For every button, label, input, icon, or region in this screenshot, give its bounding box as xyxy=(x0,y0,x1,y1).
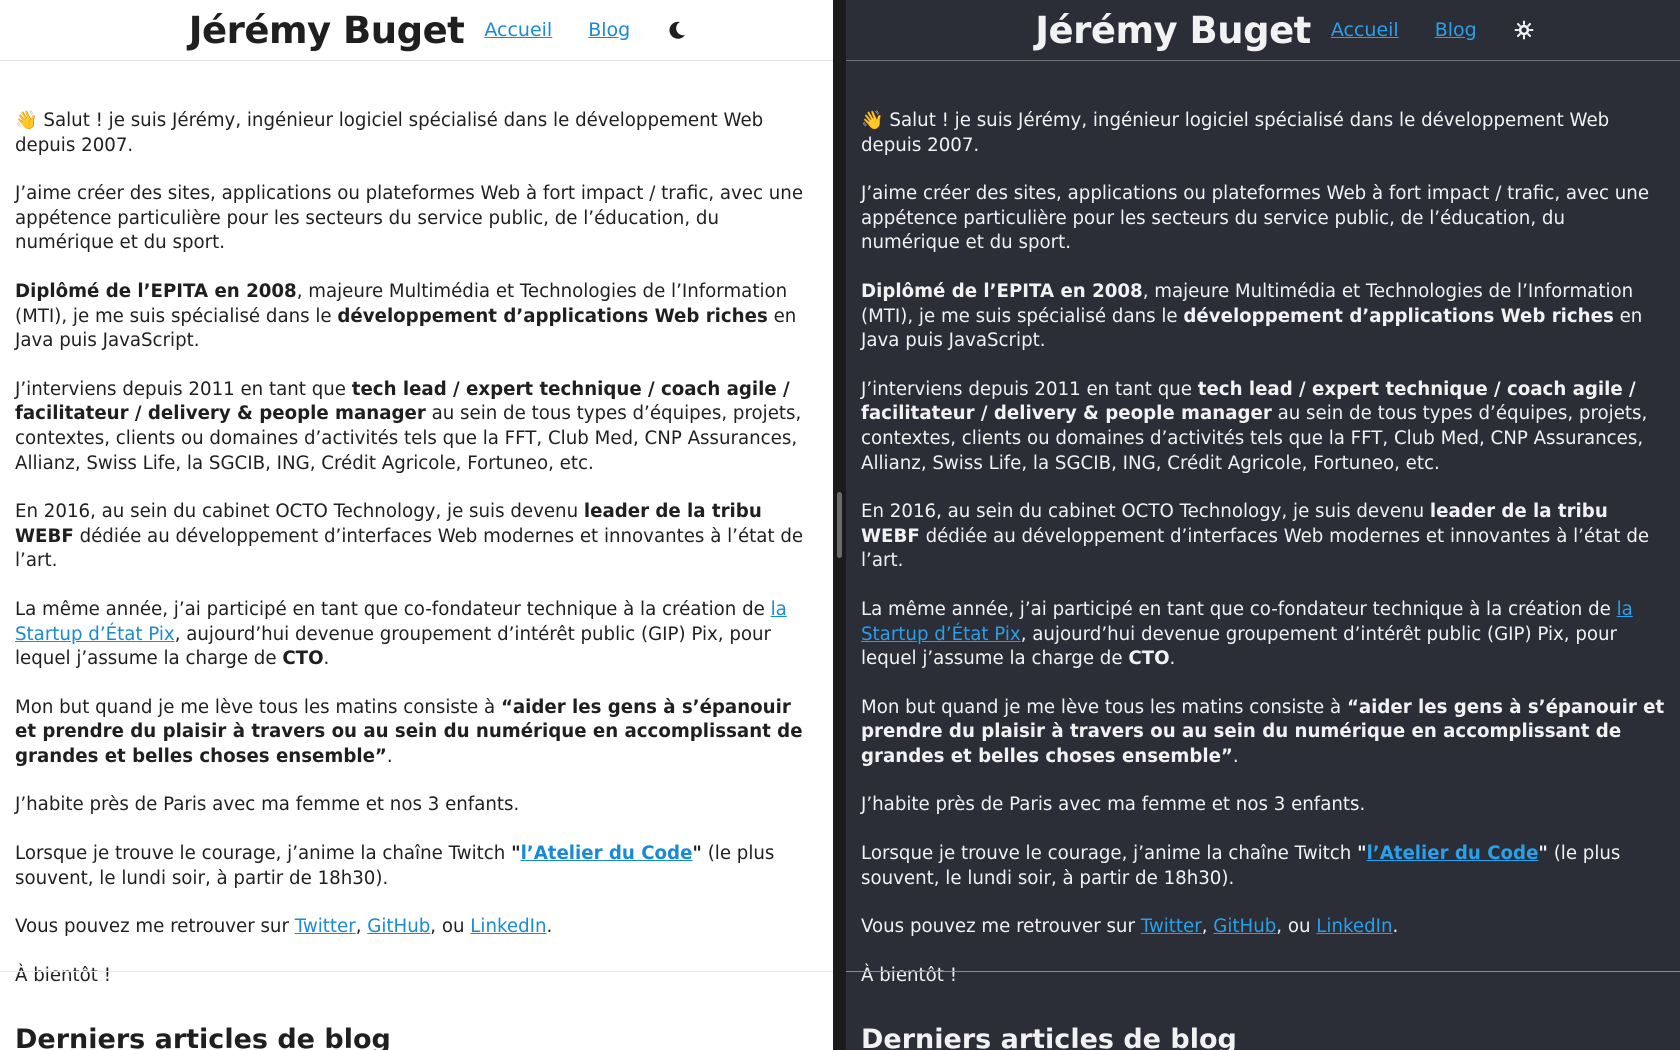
section-divider xyxy=(846,971,1680,972)
intro-content: 👋 Salut ! je suis Jérémy, ingénieur logi… xyxy=(846,61,1680,988)
site-header: Jérémy Buget Accueil Blog xyxy=(846,0,1680,61)
github-link[interactable]: GitHub xyxy=(1213,916,1276,937)
intro-paragraph-octo: En 2016, au sein du cabinet OCTO Technol… xyxy=(15,501,804,572)
nav-home-link[interactable]: Accueil xyxy=(1331,19,1399,41)
intro-paragraph-passion: J’aime créer des sites, applications ou … xyxy=(861,183,1650,254)
site-title[interactable]: Jérémy Buget xyxy=(189,9,465,52)
drag-handle[interactable] xyxy=(837,492,842,558)
moon-icon[interactable] xyxy=(666,19,688,41)
intro-paragraph-social: Vous pouvez me retrouver sur Twitter, Gi… xyxy=(861,916,1399,938)
intro-paragraph-roles: J’interviens depuis 2011 en tant que tec… xyxy=(15,378,802,474)
intro-paragraph-greeting: 👋 Salut ! je suis Jérémy, ingénieur logi… xyxy=(861,110,1610,156)
site-header: Jérémy Buget Accueil Blog xyxy=(0,0,833,61)
linkedin-link[interactable]: LinkedIn xyxy=(470,916,546,937)
intro-paragraph-social: Vous pouvez me retrouver sur Twitter, Gi… xyxy=(15,916,553,938)
intro-content: 👋 Salut ! je suis Jérémy, ingénieur logi… xyxy=(0,61,833,988)
intro-paragraph-mission: Mon but quand je me lève tous les matins… xyxy=(15,696,803,767)
nav-home-link[interactable]: Accueil xyxy=(484,19,552,41)
twitter-link[interactable]: Twitter xyxy=(295,916,356,937)
cto-highlight: CTO xyxy=(1128,648,1170,670)
light-theme-pane: Jérémy Buget Accueil Blog 👋 Salut ! je s… xyxy=(0,0,833,1050)
github-link[interactable]: GitHub xyxy=(367,916,430,937)
linkedin-link[interactable]: LinkedIn xyxy=(1316,916,1392,937)
blog-section-title: Derniers articles de blog xyxy=(15,1024,391,1050)
split-view: Jérémy Buget Accueil Blog 👋 Salut ! je s… xyxy=(0,0,1680,1050)
atelier-du-code-link[interactable]: l’Atelier du Code xyxy=(1367,843,1539,864)
education-highlight: Diplômé de l’EPITA en 2008 xyxy=(861,280,1143,302)
intro-paragraph-pix: La même année, j’ai participé en tant qu… xyxy=(15,598,787,670)
blog-section-title: Derniers articles de blog xyxy=(861,1024,1237,1050)
intro-paragraph-twitch: Lorsque je trouve le courage, j’anime la… xyxy=(15,843,775,889)
intro-paragraph-home: J’habite près de Paris avec ma femme et … xyxy=(15,794,520,816)
sun-icon[interactable] xyxy=(1513,19,1535,41)
intro-paragraph-greeting: 👋 Salut ! je suis Jérémy, ingénieur logi… xyxy=(15,110,764,156)
intro-paragraph-passion: J’aime créer des sites, applications ou … xyxy=(15,183,804,254)
intro-paragraph-roles: J’interviens depuis 2011 en tant que tec… xyxy=(861,378,1648,474)
nav-blog-link[interactable]: Blog xyxy=(588,19,630,41)
twitter-link[interactable]: Twitter xyxy=(1141,916,1202,937)
intro-paragraph-twitch: Lorsque je trouve le courage, j’anime la… xyxy=(861,843,1621,889)
nav-blog-link[interactable]: Blog xyxy=(1435,19,1477,41)
specialty-highlight: développement d’applications Web riches xyxy=(1183,305,1614,327)
intro-paragraph-octo: En 2016, au sein du cabinet OCTO Technol… xyxy=(861,501,1650,572)
education-highlight: Diplômé de l’EPITA en 2008 xyxy=(15,280,297,302)
intro-paragraph-education: Diplômé de l’EPITA en 2008, majeure Mult… xyxy=(861,280,1643,352)
intro-paragraph-home: J’habite près de Paris avec ma femme et … xyxy=(861,794,1366,816)
specialty-highlight: développement d’applications Web riches xyxy=(337,305,768,327)
site-title[interactable]: Jérémy Buget xyxy=(1035,9,1311,52)
cto-highlight: CTO xyxy=(282,648,324,670)
intro-paragraph-mission: Mon but quand je me lève tous les matins… xyxy=(861,696,1665,767)
atelier-du-code-link[interactable]: l’Atelier du Code xyxy=(521,843,693,864)
intro-paragraph-bye: À bientôt ! xyxy=(861,964,957,986)
intro-paragraph-education: Diplômé de l’EPITA en 2008, majeure Mult… xyxy=(15,280,797,352)
intro-paragraph-bye: À bientôt ! xyxy=(15,964,111,986)
dark-theme-pane: Jérémy Buget Accueil Blog 👋 Salut ! je s… xyxy=(846,0,1680,1050)
section-divider xyxy=(0,971,833,972)
intro-paragraph-pix: La même année, j’ai participé en tant qu… xyxy=(861,598,1633,670)
